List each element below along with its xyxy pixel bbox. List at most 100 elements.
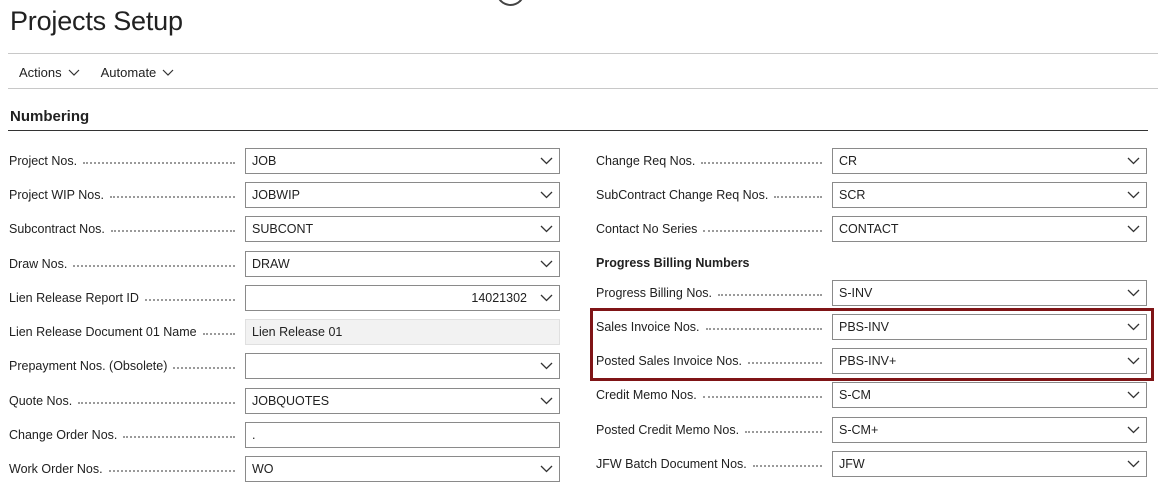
contact-no-series-select[interactable]: CONTACT bbox=[832, 216, 1147, 242]
field-value: S-INV bbox=[839, 286, 873, 300]
field-label-text: Lien Release Document 01 Name bbox=[9, 325, 197, 339]
chevron-down-icon bbox=[162, 65, 174, 80]
field-label-text: Project Nos. bbox=[9, 154, 78, 168]
field-row-quote-nos: Quote Nos. bbox=[9, 388, 241, 414]
leader-dots bbox=[123, 436, 235, 438]
field-label: Quote Nos. bbox=[9, 394, 241, 408]
field-row-credit-memo-nos: Credit Memo Nos. bbox=[596, 382, 828, 408]
chevron-down-icon[interactable] bbox=[1120, 281, 1146, 305]
draw-nos-select[interactable]: DRAW bbox=[245, 251, 560, 277]
field-value: 14021302 bbox=[471, 291, 527, 305]
field-row-lien-release-report-id: Lien Release Report ID bbox=[9, 285, 241, 311]
lien-release-document-01-name-readonly-field: Lien Release 01 bbox=[245, 319, 560, 345]
credit-memo-nos-select[interactable]: S-CM bbox=[832, 382, 1147, 408]
project-nos-select[interactable]: JOB bbox=[245, 148, 560, 174]
change-req-nos-select[interactable]: CR bbox=[832, 148, 1147, 174]
project-wip-nos-select[interactable]: JOBWIP bbox=[245, 182, 560, 208]
actions-menu-button[interactable]: Actions bbox=[19, 65, 80, 80]
chevron-down-icon[interactable] bbox=[1120, 452, 1146, 476]
field-value: . bbox=[252, 428, 256, 442]
circle-icon bbox=[496, 0, 525, 6]
page-title: Projects Setup bbox=[10, 6, 183, 36]
field-row-posted-credit-memo-nos: Posted Credit Memo Nos. bbox=[596, 417, 828, 443]
field-row-change-req-nos: Change Req Nos. bbox=[596, 148, 828, 174]
leader-dots bbox=[109, 196, 235, 198]
field-label: Lien Release Document 01 Name bbox=[9, 325, 241, 339]
field-row-progress-billing-nos: Progress Billing Nos. bbox=[596, 280, 828, 306]
leader-dots bbox=[108, 470, 235, 472]
field-row-subcontract-change-req-nos: SubContract Change Req Nos. bbox=[596, 182, 828, 208]
field-label-text: Credit Memo Nos. bbox=[596, 388, 697, 402]
field-row-subcontract-nos: Subcontract Nos. bbox=[9, 216, 241, 242]
quote-nos-select[interactable]: JOBQUOTES bbox=[245, 388, 560, 414]
field-value: SUBCONT bbox=[252, 222, 314, 236]
leader-dots bbox=[774, 196, 822, 198]
chevron-down-icon[interactable] bbox=[1120, 149, 1146, 173]
progress-billing-heading: Progress Billing Numbers bbox=[596, 256, 750, 270]
field-value: Lien Release 01 bbox=[252, 325, 343, 339]
chevron-down-icon[interactable] bbox=[533, 389, 559, 413]
section-underline bbox=[8, 130, 1148, 131]
chevron-down-icon[interactable] bbox=[533, 149, 559, 173]
field-label: Project WIP Nos. bbox=[9, 188, 241, 202]
progress-billing-nos-select[interactable]: S-INV bbox=[832, 280, 1147, 306]
field-label-text: Contact No Series bbox=[596, 222, 698, 236]
jfw-batch-document-nos-select[interactable]: JFW bbox=[832, 451, 1147, 477]
field-value: JFW bbox=[839, 457, 865, 471]
field-value: S-CM bbox=[839, 388, 871, 402]
field-label: JFW Batch Document Nos. bbox=[596, 457, 828, 471]
field-row-jfw-batch-document-nos: JFW Batch Document Nos. bbox=[596, 451, 828, 477]
field-label: Project Nos. bbox=[9, 154, 241, 168]
chevron-down-icon[interactable] bbox=[533, 252, 559, 276]
field-label-text: Progress Billing Nos. bbox=[596, 286, 713, 300]
field-row-project-nos: Project Nos. bbox=[9, 148, 241, 174]
lien-release-report-id-select[interactable]: 14021302 bbox=[245, 285, 560, 311]
leader-dots bbox=[144, 299, 235, 301]
field-row-contact-no-series: Contact No Series bbox=[596, 216, 828, 242]
chevron-down-icon[interactable] bbox=[533, 217, 559, 241]
section-title-numbering[interactable]: Numbering bbox=[10, 108, 89, 125]
field-row-change-order-nos: Change Order Nos. bbox=[9, 422, 241, 448]
change-order-nos-input[interactable]: . bbox=[245, 422, 560, 448]
field-label: Change Req Nos. bbox=[596, 154, 828, 168]
field-value: CONTACT bbox=[839, 222, 899, 236]
field-label-text: Subcontract Nos. bbox=[9, 222, 105, 236]
field-label: Draw Nos. bbox=[9, 257, 241, 271]
field-label-text: Posted Credit Memo Nos. bbox=[596, 423, 740, 437]
field-label-text: Prepayment Nos. (Obsolete) bbox=[9, 359, 168, 373]
subcontract-change-req-nos-select[interactable]: SCR bbox=[832, 182, 1147, 208]
field-row-project-wip-nos: Project WIP Nos. bbox=[9, 182, 241, 208]
leader-dots bbox=[703, 230, 822, 232]
leader-dots bbox=[83, 162, 235, 164]
chevron-down-icon[interactable] bbox=[533, 183, 559, 207]
work-order-nos-select[interactable]: WO bbox=[245, 456, 560, 482]
highlight-box bbox=[590, 308, 1154, 381]
field-label-text: JFW Batch Document Nos. bbox=[596, 457, 747, 471]
prepayment-nos-obsolete-select[interactable] bbox=[245, 353, 560, 379]
chevron-down-icon[interactable] bbox=[1120, 183, 1146, 207]
posted-credit-memo-nos-select[interactable]: S-CM+ bbox=[832, 417, 1147, 443]
chevron-down-icon[interactable] bbox=[533, 354, 559, 378]
leader-dots bbox=[745, 431, 822, 433]
subcontract-nos-select[interactable]: SUBCONT bbox=[245, 216, 560, 242]
field-label: Lien Release Report ID bbox=[9, 291, 241, 305]
field-label-text: Change Order Nos. bbox=[9, 428, 118, 442]
field-label: Change Order Nos. bbox=[9, 428, 241, 442]
field-value: JOBWIP bbox=[252, 188, 300, 202]
chevron-down-icon[interactable] bbox=[533, 286, 559, 310]
automate-label: Automate bbox=[100, 64, 157, 80]
chevron-down-icon[interactable] bbox=[533, 457, 559, 481]
field-label: Credit Memo Nos. bbox=[596, 388, 828, 402]
field-label: Contact No Series bbox=[596, 222, 828, 236]
field-value: SCR bbox=[839, 188, 866, 202]
chevron-down-icon[interactable] bbox=[1120, 217, 1146, 241]
field-label: Progress Billing Nos. bbox=[596, 286, 828, 300]
leader-dots bbox=[73, 265, 235, 267]
chevron-down-icon[interactable] bbox=[1120, 383, 1146, 407]
field-value: WO bbox=[252, 462, 274, 476]
field-label: Subcontract Nos. bbox=[9, 222, 241, 236]
chevron-down-icon[interactable] bbox=[1120, 418, 1146, 442]
field-row-work-order-nos: Work Order Nos. bbox=[9, 456, 241, 482]
field-label: SubContract Change Req Nos. bbox=[596, 188, 828, 202]
automate-menu-button[interactable]: Automate bbox=[101, 65, 175, 80]
